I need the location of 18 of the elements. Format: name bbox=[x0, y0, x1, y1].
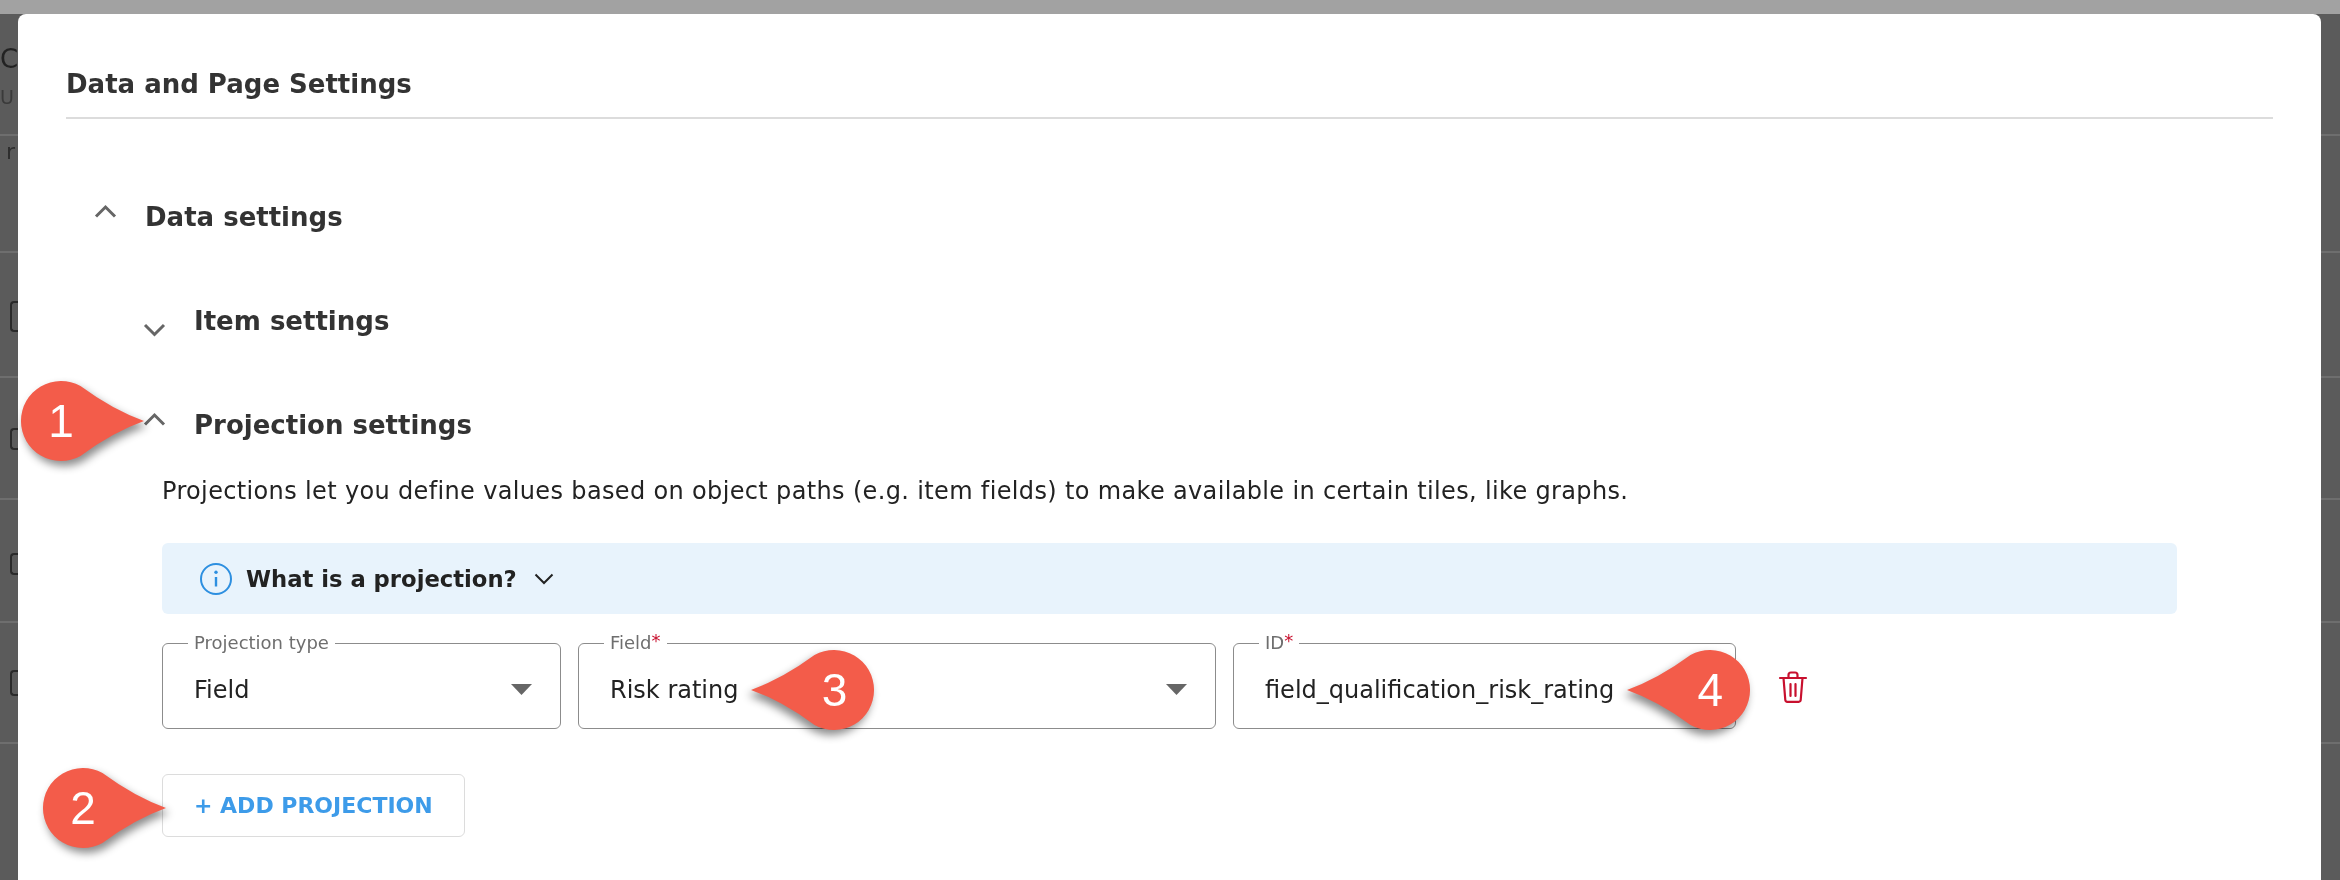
dropdown-arrow-icon bbox=[1166, 684, 1187, 695]
dialog-title: Data and Page Settings bbox=[66, 68, 413, 101]
background-text: C bbox=[0, 44, 18, 74]
delete-button[interactable] bbox=[1778, 670, 1808, 704]
section-header[interactable]: Item settings bbox=[143, 303, 390, 339]
callout-marker: 1 bbox=[19, 379, 145, 463]
info-panel-header[interactable]: What is a projection? bbox=[162, 543, 2177, 614]
callout-marker: 4 bbox=[1626, 647, 1753, 732]
section-description: Projections let you define values based on object paths (e.g. item fields) to make available in certain tiles, like graphs. bbox=[162, 476, 1630, 507]
trash-icon bbox=[1778, 670, 1808, 704]
section-header[interactable]: Data settings bbox=[94, 199, 343, 235]
field-label: Projection type bbox=[193, 635, 330, 651]
callout-marker: 3 bbox=[750, 647, 877, 732]
info-icon bbox=[200, 562, 232, 595]
dropdown-arrow-icon bbox=[511, 684, 532, 695]
select-field[interactable]: Projection type Field bbox=[162, 635, 561, 729]
callout-marker: 2 bbox=[41, 766, 167, 850]
section-header[interactable]: Projection settings bbox=[143, 407, 472, 443]
